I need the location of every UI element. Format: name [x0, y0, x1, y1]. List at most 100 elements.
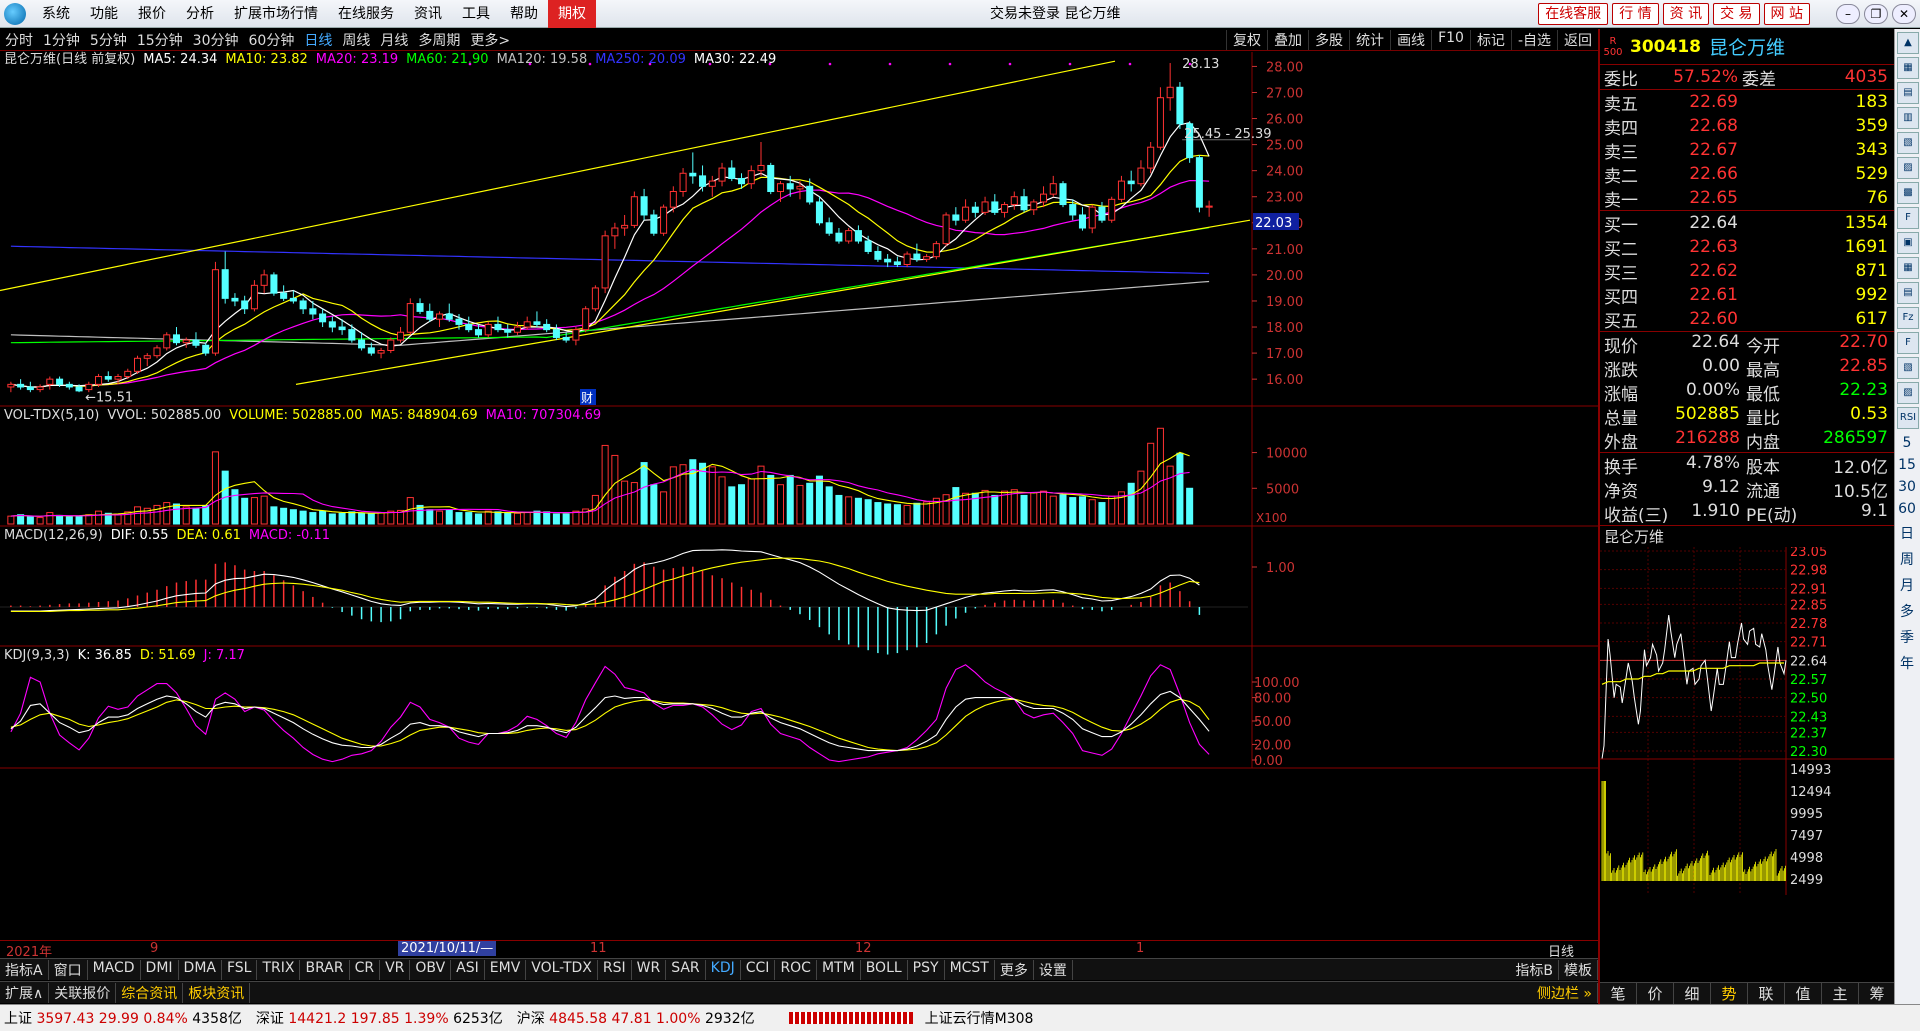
period-tab[interactable]: 多周期: [413, 30, 465, 50]
quote-tab[interactable]: 主: [1822, 983, 1859, 1004]
sidebar-tool-icon[interactable]: ▥: [1897, 107, 1919, 129]
indicator-tab[interactable]: 更多: [995, 959, 1034, 980]
indicator-tab[interactable]: OBV: [410, 959, 452, 980]
indicator-tab[interactable]: MCST: [945, 959, 995, 980]
top-link-button[interactable]: 网 站: [1763, 2, 1810, 25]
sidebar-tool-icon[interactable]: ▣: [1897, 232, 1919, 254]
indicator-tab[interactable]: 设置: [1034, 959, 1073, 980]
quote-tab[interactable]: 细: [1674, 983, 1711, 1004]
sidebar-tool-icon[interactable]: ▦: [1897, 257, 1919, 279]
menu-item[interactable]: 报价: [128, 0, 176, 28]
quote-tab[interactable]: 值: [1785, 983, 1822, 1004]
indicator-tab[interactable]: BOLL: [861, 959, 908, 980]
indicator-tab[interactable]: DMA: [179, 959, 222, 980]
period-tab[interactable]: 5分钟: [85, 30, 132, 50]
sidebar-tool-icon[interactable]: ▧: [1897, 132, 1919, 154]
chart-area[interactable]: 28.0027.0026.0025.0024.0023.0022.0021.00…: [0, 52, 1598, 940]
period-tab[interactable]: 1分钟: [38, 30, 85, 50]
sidebar-tool-icon[interactable]: ▨: [1897, 157, 1919, 179]
indicator-tab[interactable]: CCI: [741, 959, 776, 980]
toolbar-button[interactable]: F10: [1431, 29, 1470, 50]
sidebar-period-button[interactable]: 15: [1895, 457, 1919, 473]
toolbar-button[interactable]: 多股: [1308, 29, 1349, 50]
quote-tab[interactable]: 价: [1637, 983, 1674, 1004]
quote-tab[interactable]: 势: [1711, 983, 1748, 1004]
bottom-tab[interactable]: 关联报价: [49, 982, 117, 1003]
indicator-tab[interactable]: ASI: [451, 959, 485, 980]
indicator-tab[interactable]: VR: [380, 959, 411, 980]
period-tab[interactable]: 日线: [299, 30, 337, 50]
indicator-tab[interactable]: BRAR: [300, 959, 350, 980]
quote-tab[interactable]: 筹: [1859, 983, 1896, 1004]
indicator-tab[interactable]: 指标A: [0, 959, 49, 980]
top-link-button[interactable]: 交 易: [1713, 2, 1760, 25]
period-tab[interactable]: 更多>: [465, 30, 515, 50]
menu-options[interactable]: 期权: [548, 0, 596, 28]
indicator-tab[interactable]: CR: [350, 959, 381, 980]
sidebar-period-button[interactable]: 年: [1895, 653, 1919, 673]
sidebar-tool-icon[interactable]: ▩: [1897, 182, 1919, 204]
sidebar-toggle[interactable]: 侧边栏 »: [1532, 982, 1598, 1003]
indicator-tab[interactable]: VOL-TDX: [526, 959, 598, 980]
menu-item[interactable]: 帮助: [500, 0, 548, 28]
period-tab[interactable]: 月线: [375, 30, 413, 50]
sidebar-tool-icon[interactable]: ▧: [1897, 357, 1919, 379]
indicator-tab[interactable]: 窗口: [49, 959, 88, 980]
intraday-chart[interactable]: 23.05 22.98 22.9122.85 22.78 22.71 22.64 22.57…: [1600, 545, 1896, 895]
top-link-button[interactable]: 在线客服: [1538, 2, 1609, 25]
menu-item[interactable]: 工具: [452, 0, 500, 28]
toolbar-button[interactable]: 返回: [1557, 29, 1598, 50]
bottom-tab[interactable]: 综合资讯: [116, 982, 184, 1003]
period-tab[interactable]: 周线: [337, 30, 375, 50]
menu-item[interactable]: 资讯: [404, 0, 452, 28]
indicator-tab[interactable]: TRIX: [257, 959, 301, 980]
toolbar-button[interactable]: 叠加: [1267, 29, 1308, 50]
sidebar-period-button[interactable]: 30: [1895, 479, 1919, 495]
indicator-tab[interactable]: 指标B: [1510, 959, 1559, 980]
indicator-tab[interactable]: MTM: [817, 959, 861, 980]
bottom-tab[interactable]: 板块资讯: [183, 982, 251, 1003]
indicator-tab[interactable]: WR: [632, 959, 667, 980]
indicator-tab[interactable]: MACD: [88, 959, 141, 980]
sidebar-tool-icon[interactable]: ▦: [1897, 57, 1919, 79]
toolbar-button[interactable]: -自选: [1510, 29, 1557, 50]
top-link-button[interactable]: 资 讯: [1662, 2, 1710, 25]
restore-icon[interactable]: ❐: [1864, 3, 1888, 24]
sidebar-tool-icon[interactable]: Fz: [1897, 307, 1919, 329]
close-icon[interactable]: ✕: [1892, 3, 1916, 24]
indicator-tab[interactable]: EMV: [485, 959, 527, 980]
toolbar-button[interactable]: 标记: [1469, 29, 1511, 50]
top-link-button[interactable]: 行 情: [1612, 2, 1659, 25]
indicator-tab[interactable]: FSL: [222, 959, 258, 980]
sidebar-tool-icon[interactable]: ▲: [1897, 32, 1919, 54]
toolbar-button[interactable]: 复权: [1226, 29, 1267, 50]
indicator-tab[interactable]: 模板: [1559, 959, 1598, 980]
period-tab[interactable]: 60分钟: [244, 30, 300, 50]
period-tab[interactable]: 15分钟: [132, 30, 188, 50]
menu-item[interactable]: 功能: [80, 0, 128, 28]
indicator-tab[interactable]: DMI: [141, 959, 179, 980]
sidebar-period-button[interactable]: 5: [1895, 435, 1919, 451]
sidebar-period-button[interactable]: 周: [1895, 549, 1919, 569]
toolbar-button[interactable]: 画线: [1390, 29, 1431, 50]
indicator-tab[interactable]: ROC: [775, 959, 817, 980]
sidebar-period-button[interactable]: 日: [1895, 523, 1919, 543]
minimize-icon[interactable]: –: [1836, 3, 1860, 24]
sidebar-tool-icon[interactable]: F: [1897, 332, 1919, 354]
period-tab[interactable]: 30分钟: [188, 30, 244, 50]
menu-item[interactable]: 系统: [32, 0, 80, 28]
sidebar-period-button[interactable]: 60: [1895, 501, 1919, 517]
sidebar-tool-icon[interactable]: RSI: [1897, 407, 1919, 429]
sidebar-period-button[interactable]: 月: [1895, 575, 1919, 595]
period-tab[interactable]: 分时: [0, 30, 38, 50]
quote-tab[interactable]: 笔: [1600, 983, 1637, 1004]
menu-item[interactable]: 扩展市场行情: [224, 0, 328, 28]
menu-item[interactable]: 分析: [176, 0, 224, 28]
quote-tab[interactable]: 联: [1748, 983, 1785, 1004]
indicator-tab[interactable]: RSI: [598, 959, 632, 980]
sidebar-tool-icon[interactable]: ▨: [1897, 382, 1919, 404]
indicator-tab[interactable]: PSY: [908, 959, 945, 980]
indicator-tab[interactable]: SAR: [666, 959, 706, 980]
app-logo-icon[interactable]: [4, 2, 26, 25]
toolbar-button[interactable]: 统计: [1349, 29, 1390, 50]
